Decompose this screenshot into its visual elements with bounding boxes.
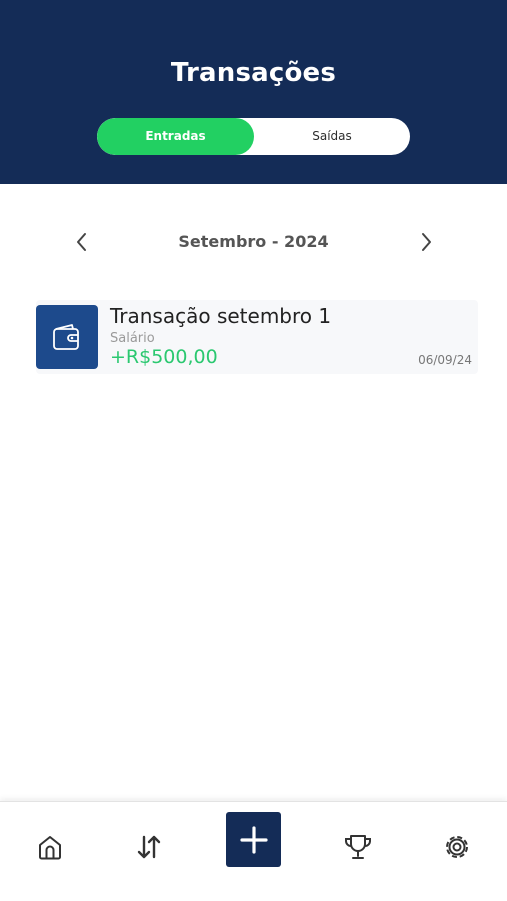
- nav-transactions-button[interactable]: [121, 819, 177, 875]
- chevron-right-icon: [422, 233, 431, 251]
- transaction-date: 06/09/24: [418, 353, 472, 367]
- tab-entradas[interactable]: Entradas: [97, 118, 254, 155]
- nav-home-button[interactable]: [22, 819, 78, 875]
- header: Transações Entradas Saídas: [0, 0, 507, 184]
- plus-icon: [239, 825, 268, 854]
- transaction-amount: +R$500,00: [110, 346, 218, 368]
- page-title: Transações: [170, 58, 337, 88]
- transaction-title: Transação setembro 1: [110, 304, 332, 328]
- nav-settings-button[interactable]: [429, 819, 485, 875]
- add-transaction-button[interactable]: [226, 812, 281, 867]
- type-toggle: Entradas Saídas: [97, 118, 410, 155]
- transaction-icon-box: [36, 305, 98, 369]
- nav-goals-button[interactable]: [330, 819, 386, 875]
- next-month-button[interactable]: [408, 224, 444, 260]
- wallet-icon: [53, 324, 79, 350]
- home-icon: [39, 836, 61, 860]
- trophy-icon: [345, 835, 371, 859]
- tab-saidas[interactable]: Saídas: [254, 118, 410, 155]
- month-navigator: Setembro - 2024: [0, 224, 507, 260]
- transfer-arrows-icon: [137, 835, 161, 859]
- bottom-navigation: [0, 801, 507, 901]
- transaction-category: Salário: [110, 331, 155, 346]
- transaction-item[interactable]: Transação setembro 1 Salário +R$500,00 0…: [36, 300, 478, 374]
- gear-icon: [446, 836, 468, 858]
